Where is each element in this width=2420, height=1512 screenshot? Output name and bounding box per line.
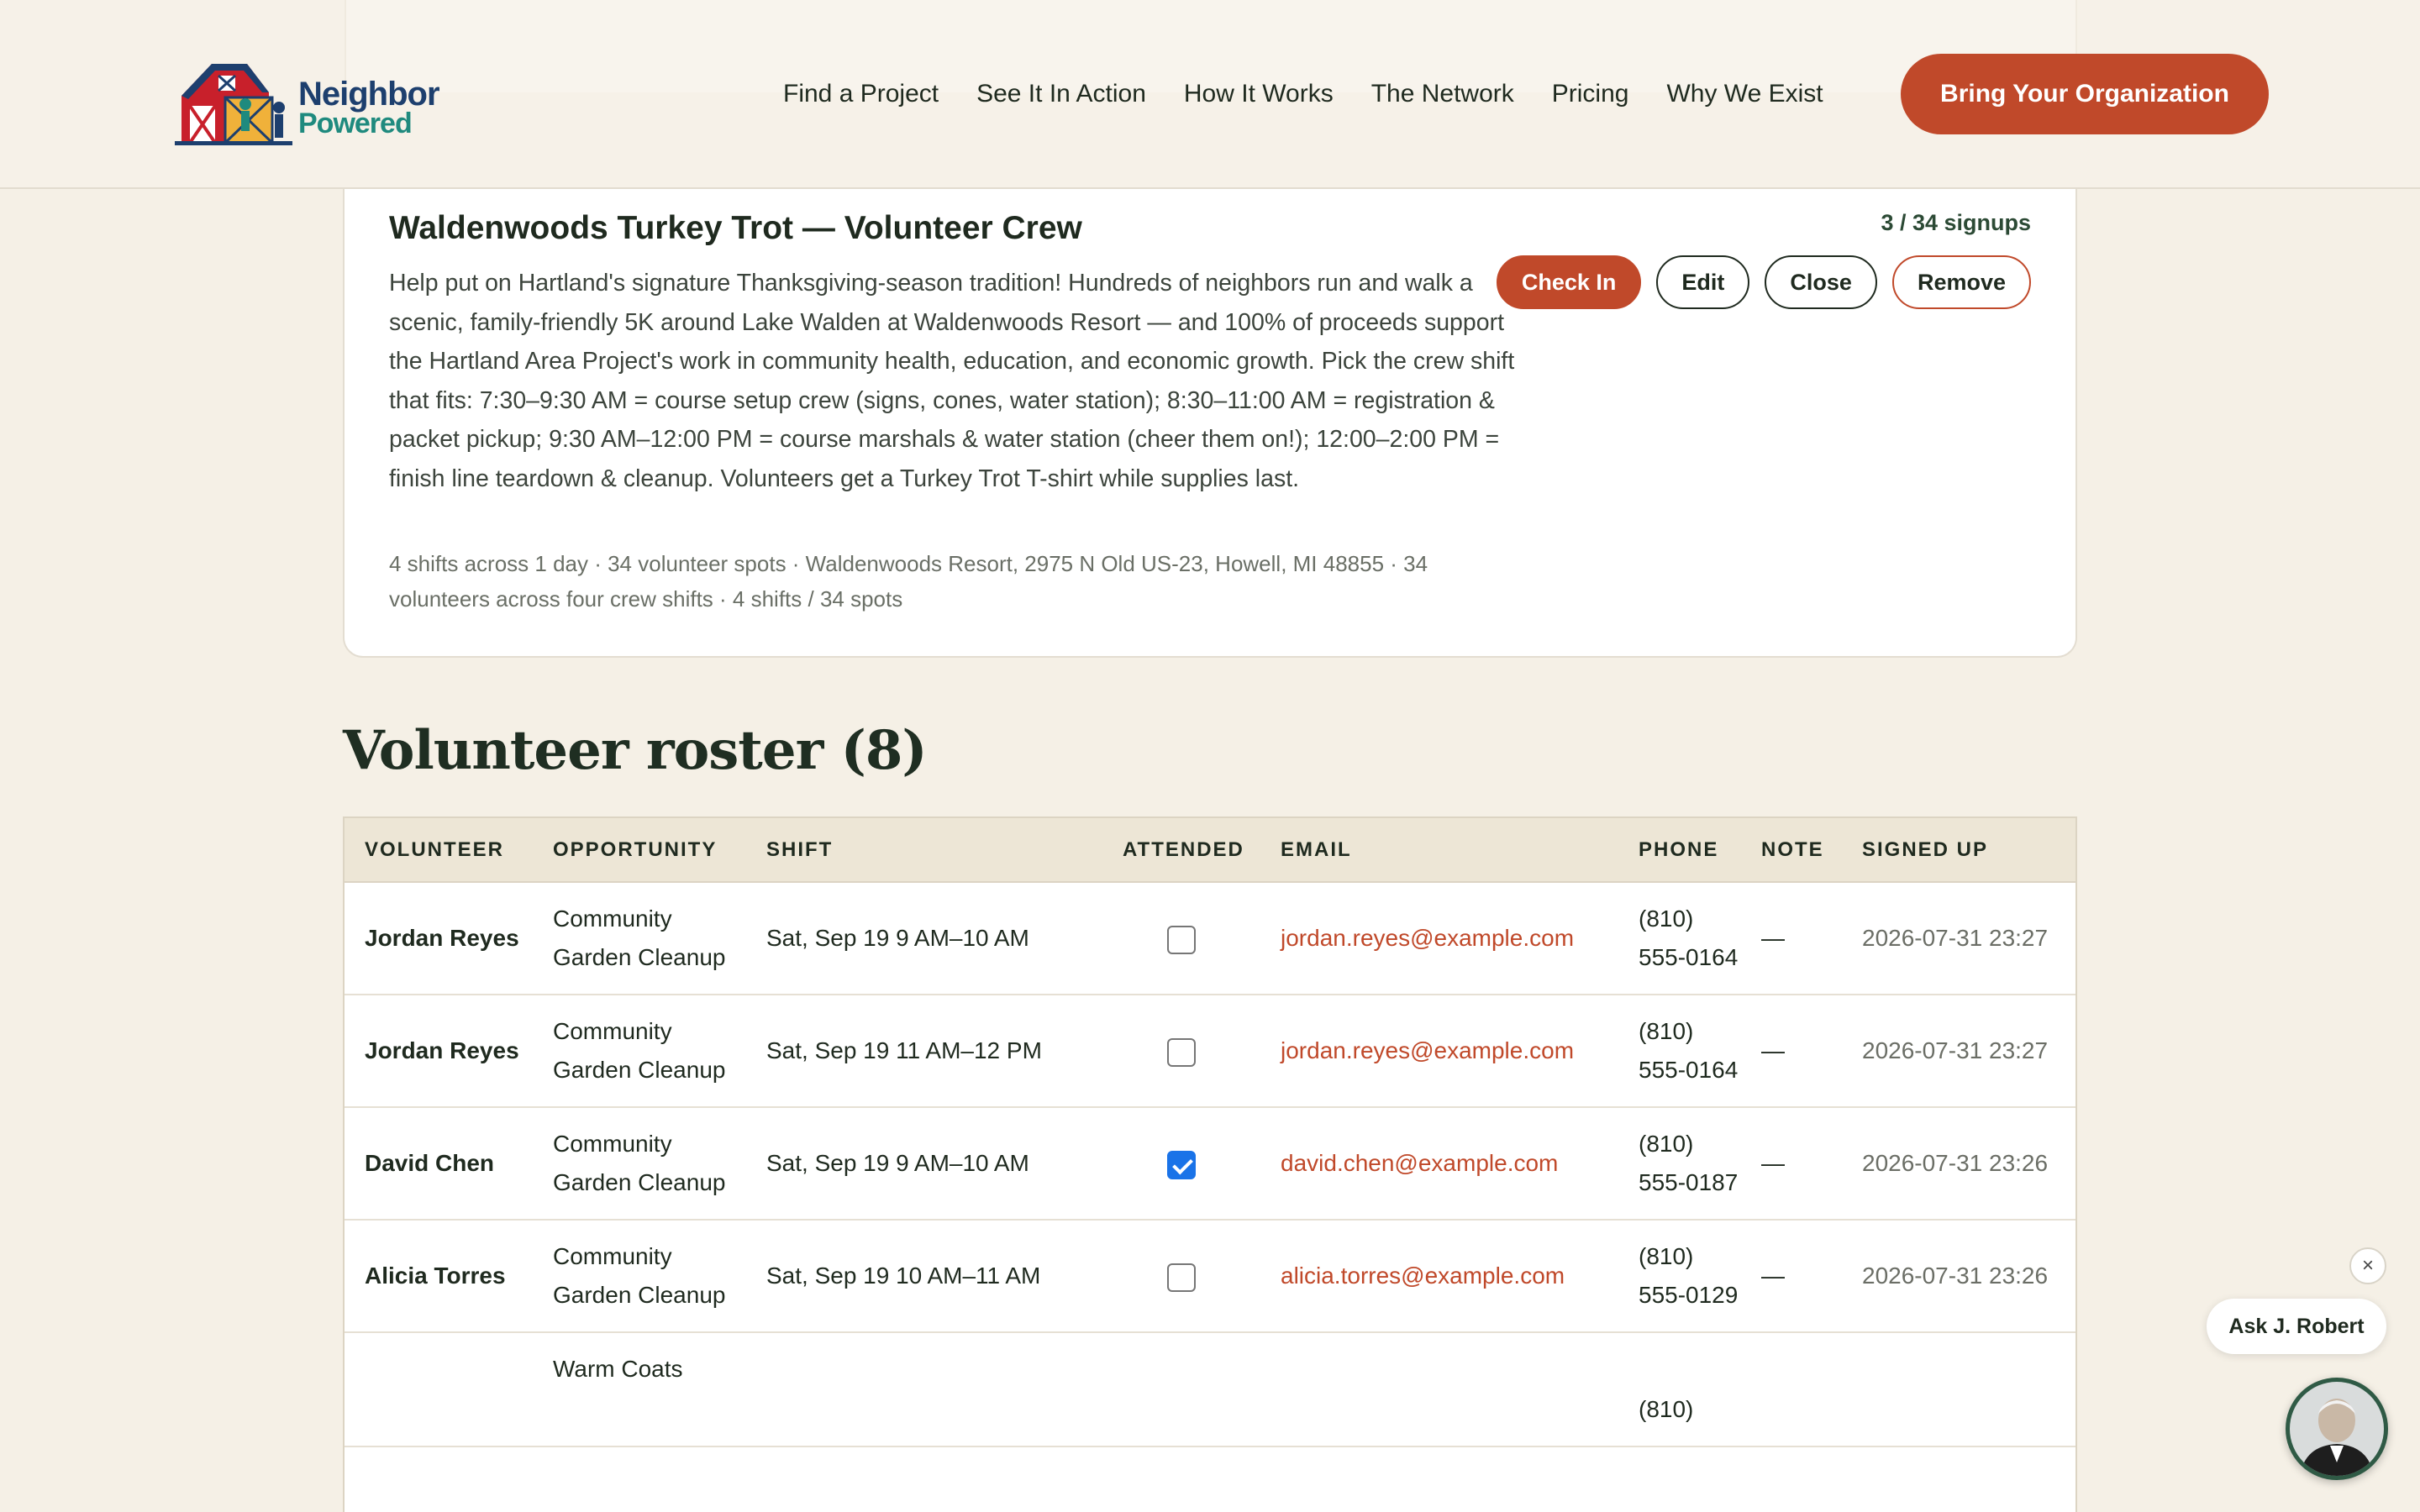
nav-the-network[interactable]: The Network (1371, 77, 1514, 111)
col-attended: ATTENDED (1102, 818, 1260, 883)
cell-attended (1102, 995, 1260, 1108)
advisor-portrait-icon (2290, 1382, 2384, 1476)
cell-attended (1102, 1220, 1260, 1333)
cell-opportunity: Community Garden Cleanup (533, 1107, 746, 1221)
edit-button[interactable]: Edit (1656, 255, 1750, 309)
cell-note: — (1741, 995, 1842, 1108)
cell-signed-up (1842, 1332, 2075, 1447)
cell-attended (1102, 1107, 1260, 1221)
cell-note (1741, 1332, 1842, 1447)
cell-volunteer: Jordan Reyes (345, 995, 533, 1108)
table-row: David Chen Community Garden Cleanup Sat,… (345, 1107, 2075, 1221)
cell-volunteer: David Chen (345, 1107, 533, 1221)
cell-opportunity: Community Garden Cleanup (533, 1220, 746, 1333)
cell-volunteer (345, 1332, 533, 1447)
email-link[interactable]: david.chen@example.com (1260, 1107, 1618, 1221)
nav-find-a-project[interactable]: Find a Project (783, 77, 939, 111)
ask-j-robert-bubble[interactable]: Ask J. Robert (2207, 1299, 2386, 1354)
logo-wordmark: Neighbor Powered (298, 76, 440, 139)
chat-dismiss-close-icon[interactable]: × (2349, 1247, 2386, 1284)
site-header: Neighbor Powered Find a Project See It I… (0, 0, 2420, 189)
cell-signed-up: 2026-07-31 23:26 (1842, 1220, 2075, 1333)
col-volunteer: VOLUNTEER (345, 818, 533, 883)
opportunity-card: Waldenwoods Turkey Trot — Volunteer Crew… (343, 151, 2077, 658)
cell-opportunity: Community Garden Cleanup (533, 995, 746, 1108)
cell-phone: (810) 555-0129 (1618, 1220, 1741, 1333)
cell-phone: (810) (1618, 1332, 1741, 1447)
opportunity-description: Help put on Hartland's signature Thanksg… (389, 270, 1515, 492)
col-shift: SHIFT (746, 818, 1102, 883)
cell-phone: (810) 555-0164 (1618, 995, 1741, 1108)
roster-heading: Volunteer roster (8) (343, 719, 928, 782)
col-note: NOTE (1741, 818, 1842, 883)
opportunity-actions: Check In Edit Close Remove (1496, 255, 2031, 309)
roster-table-container: VOLUNTEER OPPORTUNITY SHIFT ATTENDED EMA… (343, 816, 2077, 1512)
col-opportunity: OPPORTUNITY (533, 818, 746, 883)
check-in-button[interactable]: Check In (1496, 255, 1642, 309)
close-button[interactable]: Close (1765, 255, 1877, 309)
chat-avatar[interactable] (2286, 1378, 2388, 1480)
main-nav: Find a Project See It In Action How It W… (783, 77, 1823, 111)
cell-shift: Sat, Sep 19 9 AM–10 AM (746, 1107, 1102, 1221)
nav-how-it-works[interactable]: How It Works (1184, 77, 1334, 111)
roster-table: VOLUNTEER OPPORTUNITY SHIFT ATTENDED EMA… (345, 818, 2075, 1447)
col-email: EMAIL (1260, 818, 1618, 883)
opportunity-title: Waldenwoods Turkey Trot — Volunteer Crew (389, 210, 1082, 246)
roster-header-row: VOLUNTEER OPPORTUNITY SHIFT ATTENDED EMA… (345, 818, 2075, 883)
opportunity-meta: 4 shifts across 1 day · 34 volunteer spo… (389, 551, 1428, 612)
cell-opportunity: Community Garden Cleanup (533, 882, 746, 995)
table-row: Jordan Reyes Community Garden Cleanup Sa… (345, 882, 2075, 995)
cell-volunteer: Alicia Torres (345, 1220, 533, 1333)
nav-see-it-in-action[interactable]: See It In Action (976, 77, 1146, 111)
nav-why-we-exist[interactable]: Why We Exist (1666, 77, 1823, 111)
cell-phone: (810) 555-0187 (1618, 1107, 1741, 1221)
cell-note: — (1741, 1220, 1842, 1333)
col-signed-up: SIGNED UP (1842, 818, 2075, 883)
email-link[interactable] (1260, 1332, 1618, 1447)
cell-note: — (1741, 1107, 1842, 1221)
bring-your-organization-button[interactable]: Bring Your Organization (1901, 54, 2269, 134)
remove-button[interactable]: Remove (1891, 255, 2031, 309)
attended-checkbox[interactable] (1167, 1037, 1196, 1067)
cell-phone: (810) 555-0164 (1618, 882, 1741, 995)
cell-note: — (1741, 882, 1842, 995)
cell-signed-up: 2026-07-31 23:26 (1842, 1107, 2075, 1221)
cell-attended (1102, 1332, 1260, 1447)
cell-shift (746, 1332, 1102, 1447)
email-link[interactable]: alicia.torres@example.com (1260, 1220, 1618, 1333)
cell-volunteer: Jordan Reyes (345, 882, 533, 995)
barn-logo-icon (175, 64, 292, 145)
logo-line-2: Powered (298, 108, 413, 139)
cell-shift: Sat, Sep 19 9 AM–10 AM (746, 882, 1102, 995)
attended-checkbox[interactable] (1167, 1263, 1196, 1292)
neighbor-powered-logo[interactable]: Neighbor Powered (175, 55, 440, 148)
logo-line-1: Neighbor (298, 76, 440, 113)
nav-pricing[interactable]: Pricing (1552, 77, 1629, 111)
table-row: Alicia Torres Community Garden Cleanup S… (345, 1220, 2075, 1333)
cell-signed-up: 2026-07-31 23:27 (1842, 995, 2075, 1108)
email-link[interactable]: jordan.reyes@example.com (1260, 882, 1618, 995)
cell-attended (1102, 882, 1260, 995)
cell-signed-up: 2026-07-31 23:27 (1842, 882, 2075, 995)
cell-shift: Sat, Sep 19 11 AM–12 PM (746, 995, 1102, 1108)
table-row: Jordan Reyes Community Garden Cleanup Sa… (345, 995, 2075, 1108)
table-row: Warm Coats (810) (345, 1332, 2075, 1447)
attended-checkbox[interactable] (1167, 925, 1196, 954)
cell-opportunity: Warm Coats (533, 1332, 746, 1447)
attended-checkbox[interactable] (1167, 1150, 1196, 1179)
email-link[interactable]: jordan.reyes@example.com (1260, 995, 1618, 1108)
cell-shift: Sat, Sep 19 10 AM–11 AM (746, 1220, 1102, 1333)
signup-count: 3 / 34 signups (1881, 210, 2031, 235)
col-phone: PHONE (1618, 818, 1741, 883)
